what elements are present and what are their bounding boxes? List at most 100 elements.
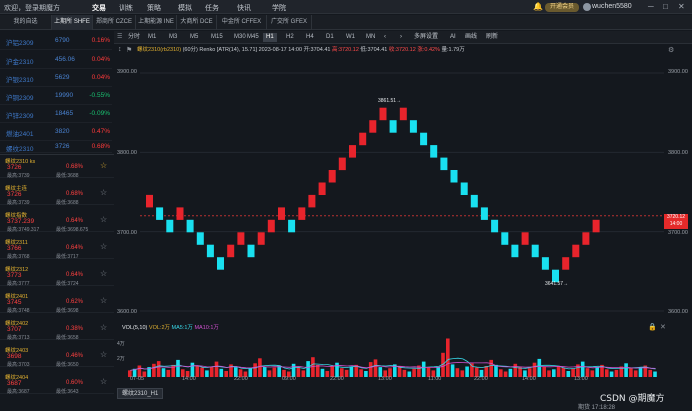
tab-favorites[interactable]: 我的自选 — [0, 15, 52, 30]
tf-h4[interactable]: H4 — [303, 33, 317, 42]
tf-m45[interactable]: M45 — [244, 33, 262, 42]
close-icon[interactable]: ✕ — [678, 2, 685, 11]
multiscreen-button[interactable]: 多屏设置 — [414, 33, 438, 42]
contract-change: 0.46% — [66, 353, 84, 359]
tab-ine[interactable]: 上期能源 INE — [136, 15, 177, 30]
next-icon[interactable]: › — [400, 33, 402, 42]
tab-gfex[interactable]: 广交所 GFEX — [267, 15, 312, 30]
table-row[interactable]: 螺纹2403 3698 0.46% 最高:3703 最低:3650 ☆ — [0, 344, 114, 368]
renko-brick-down — [389, 120, 397, 133]
star-icon[interactable]: ☆ — [100, 323, 107, 332]
nav-strategy[interactable]: 策略 — [147, 3, 161, 13]
settings-icon[interactable]: ⚙ — [668, 46, 674, 54]
minimize-icon[interactable]: ─ — [648, 2, 654, 11]
vol-value: VOL:2万 — [148, 325, 170, 331]
list-item[interactable]: 沪银2310 5629 0.04% — [0, 68, 112, 87]
star-icon[interactable]: ☆ — [100, 269, 107, 278]
volume-chart[interactable] — [128, 333, 658, 377]
table-row[interactable]: 螺纹2311 3766 0.64% 最高:3768 最低:3717 ☆ — [0, 236, 114, 260]
tf-m1[interactable]: M1 — [145, 33, 159, 42]
tab-dce[interactable]: 大商所 DCE — [177, 15, 217, 30]
y-tick-left: 3700.00 — [117, 230, 137, 236]
table-row[interactable]: 螺纹主连 3726 0.68% 最高:3739 最低:3688 ☆ — [0, 182, 114, 206]
arrow-icon[interactable]: ↕ — [118, 46, 122, 53]
list-item[interactable]: 螺纹2310 3726 0.68% — [0, 140, 112, 153]
star-icon[interactable]: ☆ — [100, 215, 107, 224]
star-icon[interactable]: ☆ — [100, 296, 107, 305]
nav-training[interactable]: 训练 — [119, 3, 133, 13]
tf-h1[interactable]: H1 — [263, 33, 277, 42]
tf-d1[interactable]: D1 — [323, 33, 337, 42]
flag-icon[interactable]: ⚑ — [126, 46, 132, 54]
username[interactable]: wuchen5580 — [592, 3, 632, 10]
bell-icon[interactable]: 🔔 — [533, 2, 543, 11]
watchlist: 沪铝2309 6790 0.16% 沪金2310 456.06 0.04% 沪银… — [0, 31, 114, 153]
volume-bar — [542, 366, 546, 377]
tab-cffex[interactable]: 中金所 CFFEX — [217, 15, 267, 30]
table-row[interactable]: 螺纹2401 3745 0.62% 最高:3748 最低:3698 ☆ — [0, 290, 114, 314]
volume-bar — [537, 358, 542, 377]
volume-bar — [195, 366, 200, 377]
volume-bar — [258, 358, 262, 377]
tab-czce[interactable]: 郑商所 CZCE — [93, 15, 136, 30]
volume-bar — [595, 367, 599, 377]
menu-icon[interactable]: ☰ — [117, 33, 122, 42]
renko-chart[interactable] — [116, 55, 664, 320]
tf-m3[interactable]: M3 — [166, 33, 180, 42]
renko-brick-down — [156, 207, 164, 220]
volume-bar — [205, 370, 209, 377]
star-icon[interactable]: ☆ — [100, 377, 107, 386]
list-item[interactable]: 沪锌2309 18465 -0.09% — [0, 104, 112, 123]
list-item[interactable]: 燃油2401 3820 0.47% — [0, 122, 112, 141]
nav-tasks[interactable]: 任务 — [205, 3, 219, 13]
list-item[interactable]: 沪铜2309 19990 -0.55% — [0, 86, 112, 105]
volume-bar — [450, 364, 455, 377]
tf-tick[interactable]: 分时 — [125, 33, 143, 42]
tf-w1[interactable]: W1 — [343, 33, 358, 42]
close-panel-icon[interactable]: ✕ — [660, 323, 666, 331]
tf-h2[interactable]: H2 — [283, 33, 297, 42]
contract-low: 最低:3724 — [56, 281, 79, 287]
prev-icon[interactable]: ‹ — [384, 33, 386, 42]
nav-news[interactable]: 快讯 — [237, 3, 251, 13]
maximize-icon[interactable]: □ — [663, 2, 668, 11]
watch-name: 螺纹2310 — [6, 146, 34, 153]
nav-academy[interactable]: 学院 — [272, 3, 286, 13]
table-row[interactable]: 螺纹2404 3687 0.60% 最高:3687 最低:3643 ☆ — [0, 371, 114, 395]
list-item[interactable]: 沪金2310 456.06 0.04% — [0, 50, 112, 69]
volume-bar — [344, 369, 349, 377]
y-tick: 3700.00 — [668, 230, 688, 236]
table-row[interactable]: 螺纹2402 3707 0.38% 最高:3713 最低:3658 ☆ — [0, 317, 114, 341]
lock-icon[interactable]: 🔒 — [648, 323, 657, 331]
contract-price: 3687 — [7, 380, 22, 387]
watch-change: 0.04% — [91, 56, 110, 63]
table-row[interactable]: 螺纹2312 3773 0.64% 最高:3777 最低:3724 ☆ — [0, 263, 114, 287]
tab-shfe[interactable]: 上期所 SHFE — [52, 15, 93, 30]
star-icon[interactable]: ☆ — [100, 188, 107, 197]
ai-button[interactable]: AI — [450, 33, 456, 42]
contract-change: 0.64% — [66, 245, 84, 251]
nav-trade[interactable]: 交易 — [92, 3, 106, 13]
welcome-text: 欢迎，登录期魔方 — [4, 5, 60, 12]
table-row[interactable]: 螺纹指数 3737.239 0.64% 最高:3749.317 最低:3698.675 ☆ — [0, 209, 114, 233]
avatar[interactable] — [583, 3, 591, 11]
draw-button[interactable]: 画线 — [465, 33, 477, 42]
nav-simulation[interactable]: 模拟 — [178, 3, 192, 13]
renko-brick-up — [328, 170, 336, 183]
tf-m15[interactable]: M15 — [208, 33, 226, 42]
renko-brick-up — [399, 107, 407, 121]
chart-tab[interactable]: 螺纹2310_H1 — [117, 388, 164, 399]
x-tick: 13:00 — [378, 376, 392, 382]
y-tick-left: 3600.00 — [117, 309, 137, 315]
star-icon[interactable]: ☆ — [100, 242, 107, 251]
tf-mn[interactable]: MN — [363, 33, 378, 42]
renko-brick-down — [420, 132, 428, 146]
refresh-button[interactable]: 刷新 — [486, 33, 498, 42]
contract-high: 最高:3749.317 — [7, 227, 40, 233]
star-icon[interactable]: ☆ — [100, 350, 107, 359]
list-item[interactable]: 沪铝2309 6790 0.16% — [0, 31, 112, 50]
star-icon[interactable]: ☆ — [100, 161, 107, 170]
vip-button[interactable]: 开通会员 — [545, 3, 579, 12]
tf-m5[interactable]: M5 — [187, 33, 201, 42]
table-row[interactable]: 螺纹2310 ks 3726 0.68% 最高:3739 最低:3688 ☆ — [0, 155, 114, 179]
